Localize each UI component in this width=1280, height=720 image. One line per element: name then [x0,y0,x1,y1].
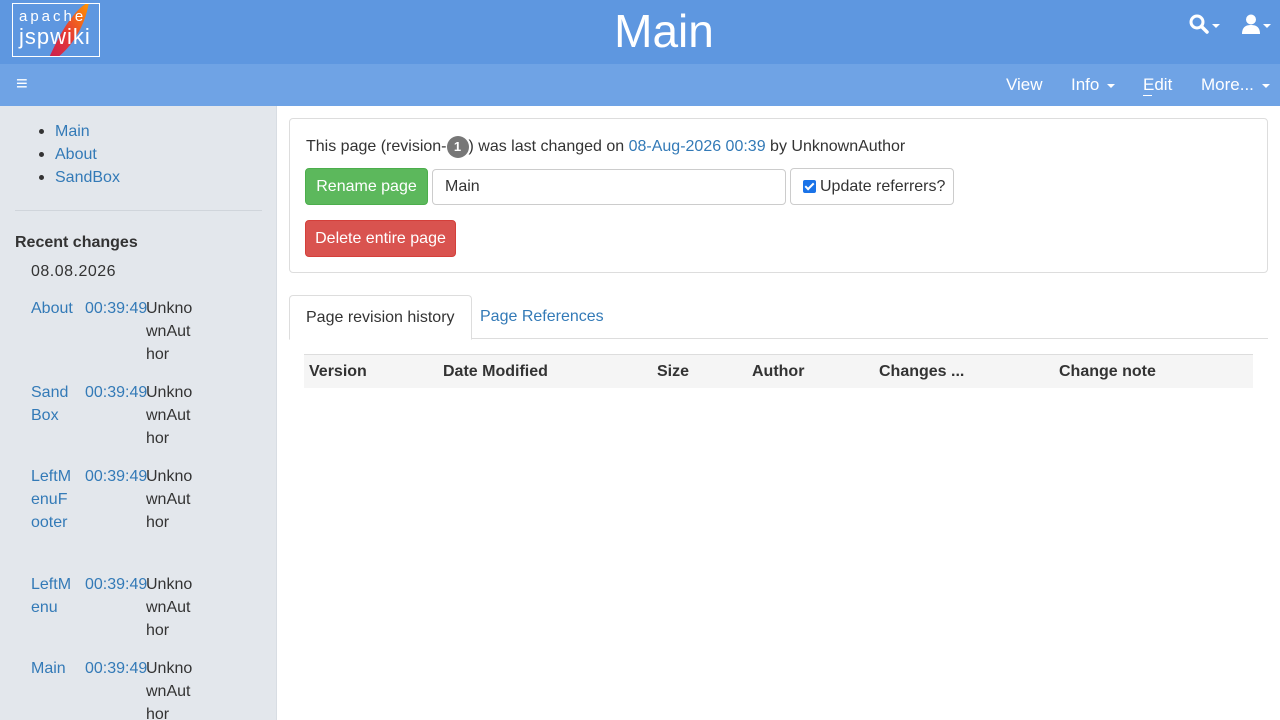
hamburger-menu-icon[interactable]: ≡ [16,73,28,96]
recent-change-time[interactable]: 00:39:49 [85,657,147,680]
recent-change-time[interactable]: 00:39:49 [85,465,147,488]
delete-page-label: Delete entire page [315,229,446,247]
page-info-line: This page (revision- 1 ) was last change… [306,136,905,158]
update-referrers-checkbox[interactable] [803,180,816,193]
sidebar-link-about[interactable]: About [55,146,97,163]
chevron-down-icon [1212,24,1220,28]
recent-change-author: UnknownAuthor [146,300,193,363]
recent-change-author: UnknownAuthor [146,660,193,720]
column-header-version[interactable]: Version [309,363,367,381]
column-header-size[interactable]: Size [657,363,689,381]
rename-page-button[interactable]: Rename page [305,168,428,205]
sidebar-link-main[interactable]: Main [55,123,90,140]
search-dropdown[interactable] [1189,10,1220,38]
recent-change-time[interactable]: 00:39:49 [85,381,147,404]
rename-page-label: Rename page [316,177,417,195]
update-referrers-label: Update referrers? [820,177,946,195]
left-menu: Main About SandBox Recent changes 08.08.… [0,106,277,720]
chevron-down-icon [1261,84,1270,88]
nav-edit-label: Edit [1143,75,1173,96]
recent-change-page[interactable]: LeftMenuFooter [31,465,73,534]
nav-view-label: View [1006,75,1043,94]
recent-change-time[interactable]: 00:39:49 [85,573,147,596]
user-icon [1242,14,1260,34]
recent-change-page[interactable]: Main [31,657,73,680]
column-header-author[interactable]: Author [752,363,804,381]
column-header-date-modified[interactable]: Date Modified [443,363,548,381]
recent-change-page[interactable]: SandBox [31,381,73,427]
recent-change-author: UnknownAuthor [146,384,193,447]
nav-view[interactable]: View [1006,75,1043,95]
column-header-changes[interactable]: Changes ... [879,363,964,381]
recent-change-page[interactable]: About [31,297,73,320]
nav-more-label: More... [1201,75,1254,94]
info-prefix: This page (revision- [306,138,447,155]
recent-change-author: UnknownAuthor [146,468,193,531]
recent-change-time[interactable]: 00:39:49 [85,297,147,320]
app-header: apache jspwiki Main [0,0,1280,64]
page-navbar: ≡ View Info Edit More... [0,64,1280,106]
last-changed-date-link[interactable]: 08-Aug-2026 00:39 [629,138,766,156]
tab-label: Page References [480,308,604,325]
page-info-panel: This page (revision- 1 ) was last change… [289,118,1268,273]
nav-info-label: Info [1071,75,1100,94]
tab-page-references[interactable]: Page References [464,295,620,339]
search-icon [1189,14,1209,34]
rename-page-input[interactable] [432,169,786,205]
recent-changes-title: Recent changes [15,234,138,251]
column-header-change-note[interactable]: Change note [1059,363,1156,381]
revision-history-table-header: Version Date Modified Size Author Change… [304,354,1253,388]
info-middle: ) was last changed on [468,138,629,155]
page-title: Main [614,5,714,57]
tab-page-revision-history[interactable]: Page revision history [289,295,472,340]
tab-label: Page revision history [306,308,455,326]
recent-changes-date: 08.08.2026 [31,263,117,280]
update-referrers-option[interactable]: Update referrers? [790,168,954,205]
recent-change-page[interactable]: LeftMenu [31,573,73,619]
delete-page-button[interactable]: Delete entire page [305,220,456,257]
info-suffix: by UnknownAuthor [765,138,906,155]
info-tabs: Page revision history Page References [289,295,1268,340]
sidebar-link-sandbox[interactable]: SandBox [55,169,120,186]
sidebar-links: Main About SandBox [39,120,120,189]
nav-info[interactable]: Info [1071,75,1116,95]
chevron-down-icon [1107,84,1116,88]
revision-badge: 1 [446,136,469,158]
chevron-down-icon [1263,24,1271,28]
user-dropdown[interactable] [1242,10,1271,38]
nav-edit[interactable]: Edit [1143,75,1173,96]
recent-change-author: UnknownAuthor [146,576,193,639]
nav-more[interactable]: More... [1201,75,1270,95]
sidebar-divider [15,210,262,211]
